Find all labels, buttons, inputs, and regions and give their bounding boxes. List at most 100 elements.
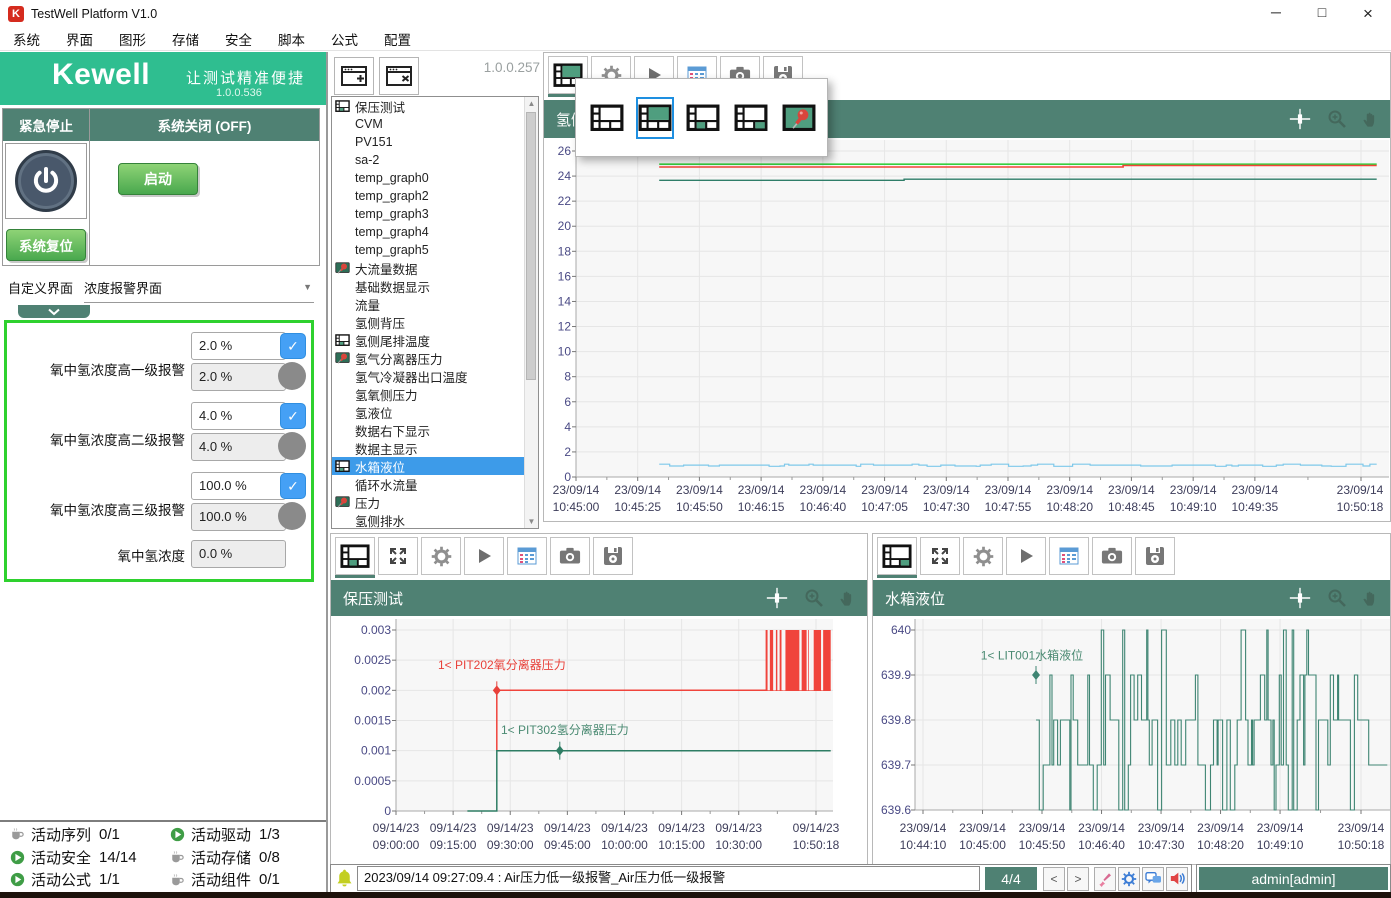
maximize-button[interactable]: □ xyxy=(1299,4,1345,24)
tree-item[interactable]: 氢气分离器压力 xyxy=(332,349,538,367)
tree-scrollbar[interactable]: ▲ ▼ xyxy=(524,97,538,528)
layout-option[interactable] xyxy=(636,97,674,139)
menu-item[interactable]: 公式 xyxy=(318,29,371,49)
tree-item-label: 循环水流量 xyxy=(355,475,418,494)
menu-item[interactable]: 界面 xyxy=(53,29,106,49)
tree-item[interactable]: 水箱液位 xyxy=(332,457,538,475)
tree-item[interactable]: 保压测试 xyxy=(332,97,538,115)
gear-button[interactable] xyxy=(963,537,1003,575)
layout-option[interactable] xyxy=(684,97,722,139)
collapse-tab[interactable] xyxy=(18,305,90,318)
sound-button[interactable] xyxy=(1166,867,1188,891)
tree-item[interactable]: 氢气冷凝器出口温度 xyxy=(332,367,538,385)
svg-text:09/14/23: 09/14/23 xyxy=(544,821,591,835)
svg-text:23/09/14: 23/09/14 xyxy=(1019,821,1066,835)
close-window-button[interactable] xyxy=(379,57,419,95)
tree-item[interactable]: 压力 xyxy=(332,493,538,511)
tree-item[interactable]: 氢侧尾排温度 xyxy=(332,331,538,349)
pan-hand-icon[interactable] xyxy=(1362,589,1380,607)
layout-option[interactable] xyxy=(588,97,626,139)
tree-item[interactable]: 氢侧背压 xyxy=(332,313,538,331)
main-chart[interactable]: 0246810121416182022242623/09/1410:45:002… xyxy=(544,138,1390,522)
tree-item[interactable]: 氢氧侧压力 xyxy=(332,385,538,403)
next-page-button[interactable]: > xyxy=(1067,867,1089,891)
save-button[interactable] xyxy=(1135,537,1175,575)
expand-button[interactable] xyxy=(920,537,960,575)
table-button[interactable] xyxy=(507,537,547,575)
alarm-level2-enable-checkbox[interactable]: ✓ xyxy=(280,403,306,429)
expand-button[interactable] xyxy=(378,537,418,575)
pressure-chart[interactable]: 00.00050.0010.00150.0020.00250.00309/14/… xyxy=(331,616,869,866)
play-button[interactable] xyxy=(464,537,504,575)
tree-item[interactable]: 氢侧排水 xyxy=(332,511,538,529)
tree-item[interactable]: 数据主显示 xyxy=(332,439,538,457)
scroll-up-icon[interactable]: ▲ xyxy=(525,99,538,108)
layout-option[interactable] xyxy=(732,97,770,139)
tree-item[interactable]: temp_graph2 xyxy=(332,187,538,205)
clear-alarms-button[interactable] xyxy=(1094,867,1116,891)
system-reset-button[interactable]: 系统复位 xyxy=(6,229,86,261)
alarm-level1-enable-checkbox[interactable]: ✓ xyxy=(280,333,306,359)
menu-item[interactable]: 配置 xyxy=(371,29,424,49)
table-button[interactable] xyxy=(1049,537,1089,575)
tree-item[interactable]: 基础数据显示 xyxy=(332,277,538,295)
gear-button[interactable] xyxy=(421,537,461,575)
tree-item[interactable]: temp_graph5 xyxy=(332,241,538,259)
close-button[interactable]: × xyxy=(1345,4,1391,24)
tree-item-label: 保压测试 xyxy=(355,97,405,116)
pan-hand-icon[interactable] xyxy=(839,589,857,607)
start-button[interactable]: 启动 xyxy=(118,163,198,195)
zoom-in-icon[interactable] xyxy=(1327,109,1347,129)
layout-option-pinned[interactable] xyxy=(780,97,818,139)
alarm-level1-feedback-input[interactable]: 2.0 % xyxy=(191,363,286,391)
alarm-level3-setpoint-input[interactable]: 100.0 % xyxy=(191,472,286,500)
menu-item[interactable]: 安全 xyxy=(212,29,265,49)
custom-ui-dropdown[interactable]: 浓度报警界面 xyxy=(84,278,314,303)
crosshair-icon[interactable] xyxy=(765,586,789,610)
prev-page-button[interactable]: < xyxy=(1043,867,1065,891)
crosshair-icon[interactable] xyxy=(1288,586,1312,610)
tree-item[interactable]: PV151 xyxy=(332,133,538,151)
camera-button[interactable] xyxy=(550,537,590,575)
zoom-in-icon[interactable] xyxy=(1327,588,1347,608)
tree-item[interactable]: 循环水流量 xyxy=(332,475,538,493)
minimize-button[interactable]: ─ xyxy=(1253,4,1299,24)
alarm-level1-setpoint-input[interactable]: 2.0 % xyxy=(191,332,286,360)
alarm-settings-button[interactable] xyxy=(1118,867,1140,891)
alarm-bell-icon[interactable] xyxy=(336,868,353,889)
alarm-level3-enable-checkbox[interactable]: ✓ xyxy=(280,473,306,499)
tree-item[interactable]: temp_graph0 xyxy=(332,169,538,187)
alarm-level2-setpoint-input[interactable]: 4.0 % xyxy=(191,402,286,430)
tree-item[interactable]: 大流量数据 xyxy=(332,259,538,277)
scroll-down-icon[interactable]: ▼ xyxy=(525,517,538,526)
layout-button[interactable] xyxy=(335,537,375,575)
pan-hand-icon[interactable] xyxy=(1362,110,1380,128)
tree-item[interactable]: temp_graph4 xyxy=(332,223,538,241)
tree-item[interactable]: 流量 xyxy=(332,295,538,313)
save-button[interactable] xyxy=(593,537,633,575)
alarm-level2-feedback-input[interactable]: 4.0 % xyxy=(191,433,286,461)
user-badge[interactable]: admin[admin] xyxy=(1196,864,1391,893)
idle-cup-icon xyxy=(170,873,185,887)
svg-text:2: 2 xyxy=(564,445,571,459)
zoom-in-icon[interactable] xyxy=(804,588,824,608)
tree-item[interactable]: temp_graph3 xyxy=(332,205,538,223)
messages-button[interactable] xyxy=(1142,867,1164,891)
tree-item[interactable]: CVM xyxy=(332,115,538,133)
menu-item[interactable]: 脚本 xyxy=(265,29,318,49)
crosshair-icon[interactable] xyxy=(1288,107,1312,131)
menu-item[interactable]: 存储 xyxy=(159,29,212,49)
add-window-button[interactable] xyxy=(334,57,374,95)
menu-item[interactable]: 系统 xyxy=(0,29,53,49)
alarm-level3-feedback-input[interactable]: 100.0 % xyxy=(191,503,286,531)
menu-item[interactable]: 图形 xyxy=(106,29,159,49)
tree-item[interactable]: sa-2 xyxy=(332,151,538,169)
layout-button[interactable] xyxy=(877,537,917,575)
tree-item[interactable]: 氢液位 xyxy=(332,403,538,421)
scrollbar-thumb[interactable] xyxy=(526,112,536,380)
camera-button[interactable] xyxy=(1092,537,1132,575)
play-button[interactable] xyxy=(1006,537,1046,575)
tree-item[interactable]: 数据右下显示 xyxy=(332,421,538,439)
tank-chart[interactable]: 639.6639.7639.8639.964023/09/1410:44:102… xyxy=(873,616,1391,866)
emergency-stop-button[interactable] xyxy=(15,150,77,212)
